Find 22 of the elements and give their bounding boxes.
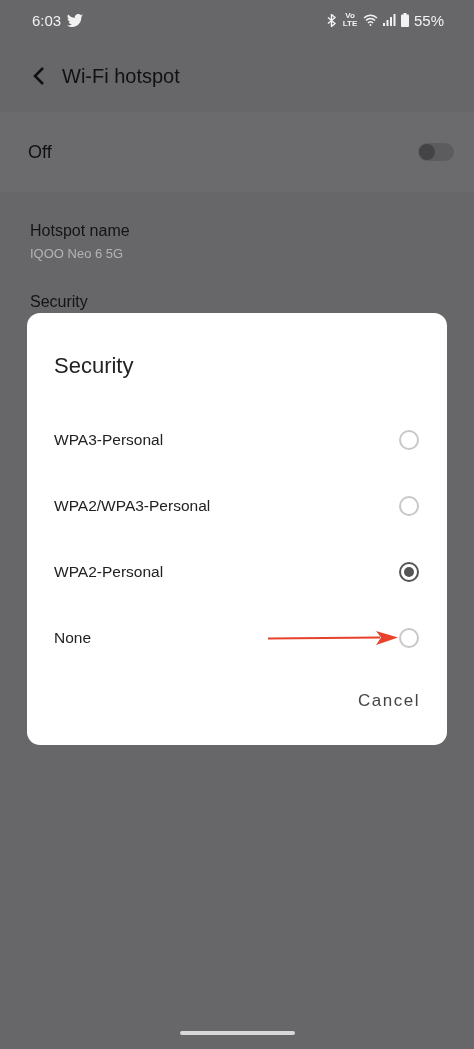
page-title: Wi-Fi hotspot [62,64,180,88]
home-indicator[interactable] [180,1031,295,1035]
wifi-icon [362,14,378,26]
battery-percent: 55% [413,11,444,29]
dialog-title: Security [54,353,135,379]
hotspot-toggle[interactable] [418,143,454,161]
cancel-button[interactable]: Cancel [358,685,420,717]
signal-icon [382,14,396,26]
setting-label: Security [30,293,89,311]
volte-label: Vo LTE [341,12,358,28]
clock-time: 6:03 [32,11,62,29]
setting-value: IQOO Neo 6 5G [30,246,125,261]
battery-icon [400,13,409,27]
radio-button[interactable] [399,562,419,582]
bluetooth-icon [326,13,337,27]
option-label[interactable]: WPA2/WPA3-Personal [54,497,211,515]
hotspot-state-label: Off [28,141,52,163]
option-label[interactable]: None [54,629,92,647]
option-label[interactable]: WPA2-Personal [54,563,164,581]
option-label[interactable]: WPA3-Personal [54,431,164,449]
bird-icon [67,13,84,27]
setting-label: Hotspot name [30,222,131,240]
